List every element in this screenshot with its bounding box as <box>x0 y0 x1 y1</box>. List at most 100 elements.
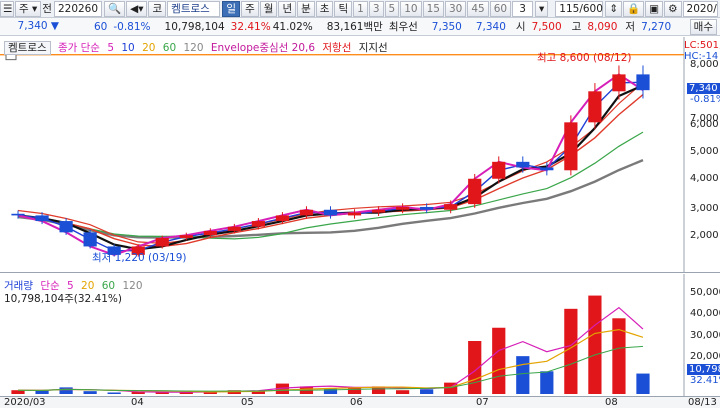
interval-15[interactable]: 15 <box>422 0 444 17</box>
buy-button[interactable]: 매수 <box>689 19 717 35</box>
vol-tick: 50,000 <box>690 287 720 298</box>
date-tick: 06 <box>350 397 363 408</box>
best-ask: 7,350 <box>431 20 462 33</box>
volume-bar <box>492 327 506 394</box>
interval-10[interactable]: 10 <box>400 0 422 17</box>
open-label: 시 <box>515 21 526 33</box>
candle-body <box>420 206 434 210</box>
legend-ma10[interactable]: 10 <box>121 42 134 54</box>
volume-bar <box>564 308 578 394</box>
price-chart-pane[interactable]: 켐트로스 종가 단순 5 10 20 60 120 Envelope중심선 20… <box>0 37 720 273</box>
best-label: 최우선 <box>388 21 418 33</box>
open-price: 7,500 <box>531 20 562 33</box>
candle-body <box>492 161 506 179</box>
search-icon[interactable]: 🔍 <box>104 0 126 17</box>
volume-chart-pane[interactable]: 거래량 단순 5 20 60 120 10,798,104주(32.41%) 5… <box>0 274 720 396</box>
period-day[interactable]: 일 <box>222 0 241 17</box>
vol-tick: 30,000 <box>690 330 720 341</box>
price-tick: 6,000 <box>690 119 719 130</box>
volume-bar <box>396 390 410 394</box>
interval-30[interactable]: 30 <box>444 0 467 17</box>
trade-amount: 83,161백만 <box>326 21 383 33</box>
date-tick: 08/13 <box>688 397 717 408</box>
save-icon[interactable]: ▣ <box>645 0 664 17</box>
candle-body <box>588 91 602 123</box>
candle-body <box>371 209 386 213</box>
price-tick: 2,000 <box>690 230 719 241</box>
volume-bar <box>516 356 530 394</box>
current-price-tag: 7,340 <box>687 83 720 94</box>
ma60-line <box>17 131 644 240</box>
candle-body <box>396 206 410 210</box>
legend-ma5[interactable]: 5 <box>107 42 114 54</box>
price-chart[interactable] <box>0 37 720 273</box>
low-annotation: 최저 1,220 (03/19) <box>92 252 187 264</box>
stock-name[interactable]: 켐트로스 <box>167 0 221 17</box>
candle-body <box>516 161 530 168</box>
quote-bar: 7,340 ▼ 60 -0.81% 10,798,104 32.41% 41.0… <box>0 18 720 36</box>
volume-bar <box>636 373 650 394</box>
legend-vol-ma120[interactable]: 120 <box>122 280 142 292</box>
settings-icon[interactable]: ⚙ <box>664 0 682 17</box>
envelope-upper-line <box>17 81 644 245</box>
candle-body <box>155 237 169 247</box>
menu-icon[interactable]: ☰ <box>0 0 14 17</box>
legend-envelope[interactable]: Envelope중심선 20,6 <box>211 42 315 54</box>
interval-60[interactable]: 60 <box>489 0 512 17</box>
code-input[interactable]: 220260 <box>53 0 103 17</box>
stepper-icon[interactable]: ⇕ <box>605 0 623 17</box>
interval-input[interactable]: 3 <box>512 0 533 17</box>
candle-body <box>251 221 265 227</box>
period-tick[interactable]: 틱 <box>334 0 353 17</box>
date-field[interactable]: 2020/08/ <box>682 0 718 17</box>
current-price: 7,340 ▼ <box>17 19 59 32</box>
count-field[interactable]: 115/600 <box>555 0 604 17</box>
candle-body <box>11 213 25 216</box>
interval-45[interactable]: 45 <box>467 0 489 17</box>
legend-stock-name[interactable]: 켐트로스 <box>4 41 51 55</box>
candle-body <box>444 204 458 210</box>
high-price: 8,090 <box>587 20 618 33</box>
interval-dropdown-icon[interactable]: ▾ <box>535 0 549 17</box>
legend-resist[interactable]: 저항선 <box>322 42 351 54</box>
candle-body <box>179 235 193 238</box>
date-tick: 07 <box>476 397 489 408</box>
symbol-toolbar: ☰ 주 ▾ 전 220260 🔍 ◀▾ 코 켐트로스 일 주 월 년 분 초 틱… <box>0 0 720 18</box>
period-year[interactable]: 년 <box>278 0 297 17</box>
period-week[interactable]: 주 <box>241 0 259 17</box>
legend-ma20[interactable]: 20 <box>142 42 155 54</box>
interval-3[interactable]: 3 <box>368 0 384 17</box>
legend-support[interactable]: 지지선 <box>359 42 388 54</box>
candle-body <box>227 226 241 231</box>
price-tick: 8,000 <box>690 59 719 70</box>
turnover-rate: 41.02% <box>272 20 313 33</box>
date-tick: 04 <box>131 397 144 408</box>
high-label: 고 <box>571 21 582 33</box>
candle-body <box>540 167 554 171</box>
candle-body <box>203 230 217 236</box>
legend-ma-label[interactable]: 종가 단순 <box>58 42 100 54</box>
speaker-icon[interactable]: ◀▾ <box>126 0 148 17</box>
period-second[interactable]: 초 <box>315 0 334 17</box>
market-select[interactable]: 주 ▾ <box>15 0 42 17</box>
vol-current-pct: 32.41% <box>690 375 720 386</box>
volume-bar <box>588 295 602 394</box>
legend-ma60[interactable]: 60 <box>163 42 176 54</box>
lock-icon[interactable]: 🔒 <box>623 0 645 17</box>
date-tick: 2020/03 <box>4 397 46 408</box>
legend-ma120[interactable]: 120 <box>184 42 204 54</box>
class-tag[interactable]: 코 <box>148 0 167 17</box>
date-tick: 08 <box>605 397 618 408</box>
volume-bar <box>540 371 554 394</box>
volume-bar <box>35 390 49 394</box>
candle-body <box>468 178 482 205</box>
date-axis: 2020/03 04 05 06 07 08 08/13 <box>0 396 720 408</box>
period-month[interactable]: 월 <box>259 0 278 17</box>
interval-1[interactable]: 1 <box>353 0 368 17</box>
candle-body <box>612 74 626 92</box>
candle-body <box>323 209 338 216</box>
date-tick: 05 <box>241 397 254 408</box>
period-minute[interactable]: 분 <box>297 0 315 17</box>
interval-5[interactable]: 5 <box>384 0 400 17</box>
volume-bar <box>323 388 338 394</box>
